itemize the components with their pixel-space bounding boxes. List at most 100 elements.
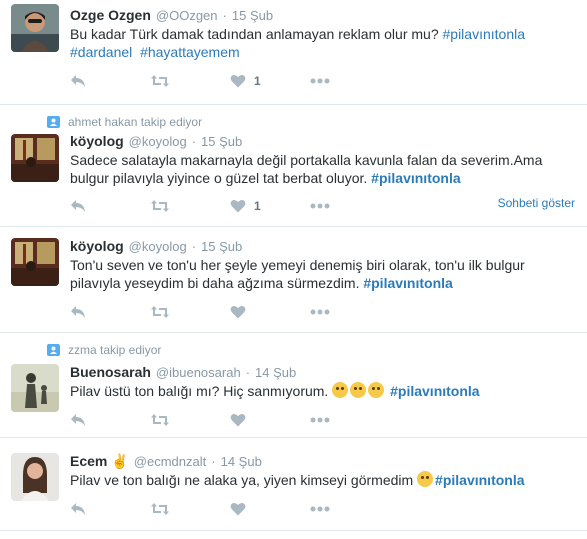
timeline: Ozge Ozgen @OOzgen · 15 Şub Bu kadar Tür…: [0, 0, 587, 539]
heart-icon: [230, 306, 246, 319]
more-button[interactable]: [310, 203, 390, 209]
grinning-face-icon: [417, 471, 434, 487]
tweet[interactable]: ahmet hakan takip ediyor köyolog @koyolo…: [0, 106, 587, 227]
avatar[interactable]: [11, 453, 59, 501]
tongue-face-icon: [350, 382, 367, 398]
retweet-icon: [151, 503, 169, 515]
heart-icon: [230, 200, 246, 213]
show-conversation-link[interactable]: Sohbeti göster: [498, 196, 575, 210]
timestamp[interactable]: 14 Şub: [221, 454, 262, 469]
tweet[interactable]: Ozge Ozgen @OOzgen · 15 Şub Bu kadar Tür…: [0, 0, 587, 105]
retweet-icon: [151, 414, 169, 426]
avatar[interactable]: [11, 4, 59, 52]
context-text[interactable]: zzma takip ediyor: [68, 343, 161, 357]
tweet-header: köyolog @koyolog · 15 Şub: [70, 133, 242, 151]
separator: ·: [245, 365, 251, 380]
reply-icon: [71, 200, 85, 212]
user-name[interactable]: Ozge Ozgen: [70, 7, 151, 23]
more-button[interactable]: [310, 309, 390, 315]
user-name[interactable]: Buenosarah: [70, 364, 151, 380]
user-handle[interactable]: @OOzgen: [156, 8, 218, 23]
tweet-text: Pilav üstü ton balığı mı? Hiç sanmıyorum…: [70, 382, 570, 400]
retweet-icon: [151, 306, 169, 318]
avatar[interactable]: [11, 134, 59, 182]
more-icon: [310, 78, 330, 84]
reply-button[interactable]: [70, 502, 150, 516]
hashtag[interactable]: #pilavınıtonla: [363, 275, 452, 291]
separator: ·: [191, 134, 197, 149]
hashtag[interactable]: #pilavınıtonla: [443, 26, 526, 42]
tweet-body: Bu kadar Türk damak tadından anlamayan r…: [70, 26, 443, 42]
user-handle[interactable]: @ibuenosarah: [156, 365, 241, 380]
retweet-button[interactable]: [150, 199, 230, 213]
reply-icon: [71, 414, 85, 426]
flushed-face-icon: [332, 382, 349, 398]
reply-button[interactable]: [70, 413, 150, 427]
more-icon: [310, 203, 330, 209]
context-text[interactable]: ahmet hakan takip ediyor: [68, 115, 202, 129]
tweet[interactable]: zzma takip ediyor Buenosarah @ibuenosara…: [0, 334, 587, 438]
like-button[interactable]: [230, 502, 310, 516]
hashtag[interactable]: #pilavınıtonla: [390, 383, 479, 399]
user-name[interactable]: köyolog: [70, 133, 124, 149]
victory-hand-icon: ✌: [111, 453, 129, 469]
more-button[interactable]: [310, 417, 390, 423]
tweet[interactable]: köyolog @koyolog · 15 Şub Ton'u seven ve…: [0, 228, 587, 333]
follow-context: ahmet hakan takip ediyor: [47, 114, 202, 130]
retweet-button[interactable]: [150, 413, 230, 427]
tweet-header: köyolog @koyolog · 15 Şub: [70, 238, 242, 256]
reply-button[interactable]: [70, 74, 150, 88]
hashtag[interactable]: #dardanel: [70, 44, 132, 60]
user-handle[interactable]: @koyolog: [129, 239, 187, 254]
tweet-actions: 1: [70, 73, 390, 89]
more-icon: [310, 506, 330, 512]
separator: ·: [222, 8, 227, 23]
tweet-actions: [70, 412, 390, 428]
tweet-body: Sadece salatayla makarnayla değil portak…: [70, 152, 543, 186]
retweet-button[interactable]: [150, 74, 230, 88]
tweet-text: Bu kadar Türk damak tadından anlamayan r…: [70, 25, 570, 61]
like-button[interactable]: [230, 305, 310, 319]
timestamp[interactable]: 15 Şub: [201, 134, 242, 149]
user-handle[interactable]: @koyolog: [129, 134, 187, 149]
hashtag[interactable]: #pilavınıtonla: [371, 170, 460, 186]
user-name[interactable]: köyolog: [70, 238, 124, 254]
tweet-header: Ecem ✌ @ecmdnzalt · 14 Şub: [70, 453, 262, 471]
hashtag[interactable]: #pilavınıtonla: [435, 472, 524, 488]
tweet-actions: [70, 501, 390, 517]
retweet-button[interactable]: [150, 502, 230, 516]
separator: ·: [211, 454, 216, 469]
timestamp[interactable]: 15 Şub: [201, 239, 242, 254]
avatar[interactable]: [11, 364, 59, 412]
like-button[interactable]: 1: [230, 199, 310, 213]
heart-icon: [230, 503, 246, 516]
reply-button[interactable]: [70, 199, 150, 213]
person-icon: [47, 116, 60, 128]
more-icon: [310, 309, 330, 315]
retweet-icon: [151, 200, 169, 212]
separator: ·: [191, 239, 197, 254]
like-button[interactable]: [230, 413, 310, 427]
reply-icon: [71, 503, 85, 515]
like-count: 1: [254, 74, 261, 88]
more-button[interactable]: [310, 78, 390, 84]
retweet-button[interactable]: [150, 305, 230, 319]
avatar[interactable]: [11, 238, 59, 286]
user-name[interactable]: Ecem: [70, 453, 107, 469]
tweet[interactable]: Ecem ✌ @ecmdnzalt · 14 Şub Pilav ve ton …: [0, 439, 587, 531]
tweet-body: Ton'u seven ve ton'u her şeyle yemeyi de…: [70, 257, 525, 291]
reply-icon: [71, 75, 85, 87]
timestamp[interactable]: 15 Şub: [232, 8, 273, 23]
heart-icon: [230, 414, 246, 427]
tweet-body: Pilav ve ton balığı ne alaka ya, yiyen k…: [70, 472, 418, 488]
user-handle[interactable]: @ecmdnzalt: [134, 454, 206, 469]
retweet-icon: [151, 75, 169, 87]
reply-button[interactable]: [70, 305, 150, 319]
hashtag[interactable]: #hayattayemem: [140, 44, 240, 60]
more-button[interactable]: [310, 506, 390, 512]
tweet-text: Pilav ve ton balığı ne alaka ya, yiyen k…: [70, 471, 570, 489]
thinking-face-icon: [368, 382, 385, 398]
timestamp[interactable]: 14 Şub: [255, 365, 296, 380]
reply-icon: [71, 306, 85, 318]
like-button[interactable]: 1: [230, 74, 310, 88]
